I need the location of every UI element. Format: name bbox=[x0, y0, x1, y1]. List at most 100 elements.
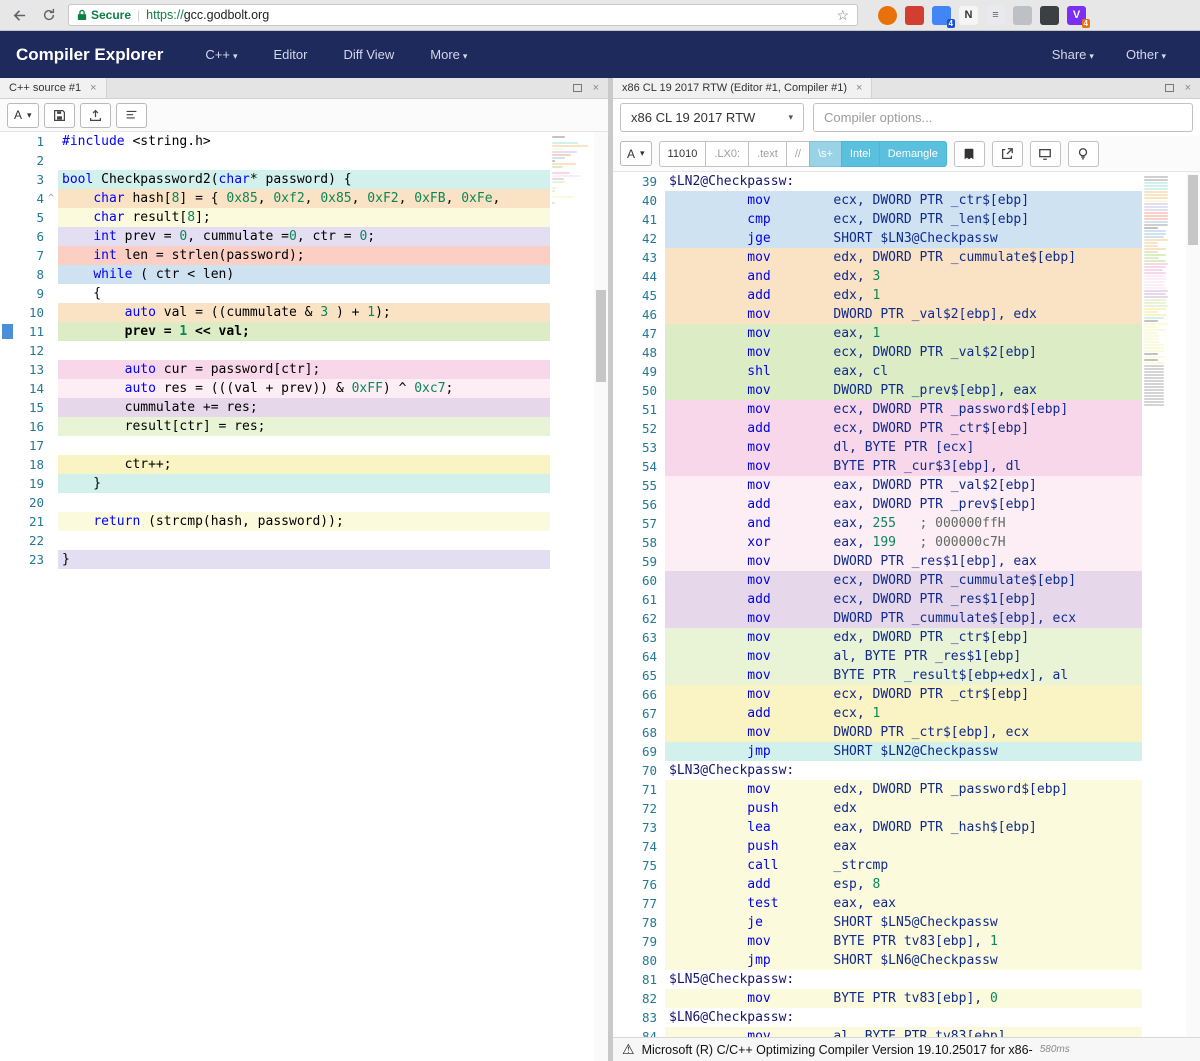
source-tab-close-icon[interactable]: × bbox=[90, 82, 96, 94]
line-number[interactable]: 20 bbox=[0, 493, 58, 512]
line-number[interactable]: 78 bbox=[613, 913, 665, 932]
asm-line[interactable]: add ecx, 1 bbox=[665, 704, 1142, 723]
source-line[interactable] bbox=[58, 341, 550, 360]
line-number[interactable]: 72 bbox=[613, 799, 665, 818]
line-number[interactable]: 46 bbox=[613, 305, 665, 324]
asm-tab-close-icon[interactable]: × bbox=[856, 82, 862, 94]
asm-line[interactable]: mov ecx, DWORD PTR _password$[ebp] bbox=[665, 400, 1142, 419]
source-line[interactable]: result[ctr] = res; bbox=[58, 417, 550, 436]
back-icon[interactable] bbox=[8, 4, 30, 26]
line-number[interactable]: 45 bbox=[613, 286, 665, 305]
asm-tab[interactable]: x86 CL 19 2017 RTW (Editor #1, Compiler … bbox=[613, 78, 872, 98]
asm-line[interactable]: $LN6@Checkpassw: bbox=[665, 1008, 1142, 1027]
asm-editor[interactable]: 3940414243444546474849505152535455565758… bbox=[613, 172, 1200, 1037]
nav-item-editor[interactable]: Editor bbox=[273, 47, 307, 62]
line-number[interactable]: 48 bbox=[613, 343, 665, 362]
bookmark-star-icon[interactable]: ☆ bbox=[836, 7, 849, 24]
line-number[interactable]: 80 bbox=[613, 951, 665, 970]
source-line[interactable]: int prev = 0, cummulate =0, ctr = 0; bbox=[58, 227, 550, 246]
ext-notion-icon[interactable]: N bbox=[959, 6, 978, 25]
line-number[interactable]: 70 bbox=[613, 761, 665, 780]
line-number[interactable]: 64 bbox=[613, 647, 665, 666]
line-number[interactable]: 71 bbox=[613, 780, 665, 799]
line-number[interactable]: 17 bbox=[0, 436, 58, 455]
line-number[interactable]: 1 bbox=[0, 132, 58, 151]
app-title[interactable]: Compiler Explorer bbox=[16, 45, 163, 65]
asm-line[interactable]: mov ecx, DWORD PTR _val$2[ebp] bbox=[665, 343, 1142, 362]
reload-icon[interactable] bbox=[38, 4, 60, 26]
line-number[interactable]: 5 bbox=[0, 208, 58, 227]
asm-line[interactable]: mov DWORD PTR _ctr$[ebp], ecx bbox=[665, 723, 1142, 742]
filter-binary[interactable]: 11010 bbox=[659, 141, 707, 167]
asm-line[interactable]: xor eax, 199 ; 000000c7H bbox=[665, 533, 1142, 552]
source-line[interactable]: auto res = (((val + prev)) & 0xFF) ^ 0xc… bbox=[58, 379, 550, 398]
asm-line[interactable]: add edx, 1 bbox=[665, 286, 1142, 305]
line-number[interactable]: 69 bbox=[613, 742, 665, 761]
line-number[interactable]: 65 bbox=[613, 666, 665, 685]
line-number[interactable]: 42 bbox=[613, 229, 665, 248]
line-number[interactable]: 7 bbox=[0, 246, 58, 265]
filter-unused-labels[interactable]: .LX0: bbox=[705, 141, 749, 167]
line-number[interactable]: 79 bbox=[613, 932, 665, 951]
source-line[interactable]: auto cur = password[ctr]; bbox=[58, 360, 550, 379]
line-number[interactable]: 68 bbox=[613, 723, 665, 742]
line-number[interactable]: 84 bbox=[613, 1027, 665, 1037]
source-scrollbar-thumb[interactable] bbox=[596, 290, 606, 382]
asm-line[interactable]: test eax, eax bbox=[665, 894, 1142, 913]
asm-line[interactable]: jge SHORT $LN3@Checkpassw bbox=[665, 229, 1142, 248]
line-number[interactable]: 61 bbox=[613, 590, 665, 609]
line-number[interactable]: 63 bbox=[613, 628, 665, 647]
source-line[interactable]: char hash[8] = { 0x85, 0xf2, 0x85, 0xF2,… bbox=[58, 189, 550, 208]
asm-line[interactable]: jmp SHORT $LN6@Checkpassw bbox=[665, 951, 1142, 970]
line-number[interactable]: 40 bbox=[613, 191, 665, 210]
asm-line[interactable]: mov BYTE PTR tv83[ebp], 1 bbox=[665, 932, 1142, 951]
nav-item-other[interactable]: Other▾ bbox=[1126, 47, 1166, 62]
pane-close-icon[interactable]: × bbox=[1185, 82, 1191, 94]
line-number[interactable]: 74 bbox=[613, 837, 665, 856]
ext-blue-person-icon[interactable]: 4 bbox=[932, 6, 951, 25]
line-number[interactable]: 81 bbox=[613, 970, 665, 989]
source-line[interactable]: return (strcmp(hash, password)); bbox=[58, 512, 550, 531]
line-number[interactable]: 44 bbox=[613, 267, 665, 286]
asm-line[interactable]: push edx bbox=[665, 799, 1142, 818]
asm-line[interactable]: add ecx, DWORD PTR _ctr$[ebp] bbox=[665, 419, 1142, 438]
asm-line[interactable]: mov ecx, DWORD PTR _ctr$[ebp] bbox=[665, 685, 1142, 704]
ext-purple-v-icon[interactable]: V4 bbox=[1067, 6, 1086, 25]
filter-intel-syntax[interactable]: Intel bbox=[841, 141, 880, 167]
line-number[interactable]: 54 bbox=[613, 457, 665, 476]
output-button[interactable] bbox=[1030, 141, 1061, 167]
line-number[interactable]: 10 bbox=[0, 303, 58, 322]
line-number[interactable]: 58 bbox=[613, 533, 665, 552]
line-number[interactable]: 62 bbox=[613, 609, 665, 628]
line-number[interactable]: 55 bbox=[613, 476, 665, 495]
asm-line[interactable]: mov BYTE PTR _result$[ebp+edx], al bbox=[665, 666, 1142, 685]
asm-line[interactable]: mov BYTE PTR tv83[ebp], 0 bbox=[665, 989, 1142, 1008]
asm-line[interactable]: mov DWORD PTR _val$2[ebp], edx bbox=[665, 305, 1142, 324]
libraries-button[interactable] bbox=[954, 141, 985, 167]
source-line[interactable] bbox=[58, 436, 550, 455]
line-number[interactable]: 14 bbox=[0, 379, 58, 398]
asm-line[interactable]: mov ecx, DWORD PTR _ctr$[ebp] bbox=[665, 191, 1142, 210]
address-bar[interactable]: Secure | https:// gcc.godbolt.org ☆ bbox=[68, 4, 858, 26]
line-number[interactable]: 60 bbox=[613, 571, 665, 590]
line-number[interactable]: 73 bbox=[613, 818, 665, 837]
filter-whitespace[interactable]: \s+ bbox=[809, 141, 842, 167]
asm-line[interactable]: push eax bbox=[665, 837, 1142, 856]
line-number[interactable]: 19 bbox=[0, 474, 58, 493]
asm-line[interactable]: mov BYTE PTR _cur$3[ebp], dl bbox=[665, 457, 1142, 476]
asm-line[interactable]: add ecx, DWORD PTR _res$1[ebp] bbox=[665, 590, 1142, 609]
source-line[interactable] bbox=[58, 493, 550, 512]
format-button[interactable] bbox=[116, 103, 147, 128]
source-line[interactable]: char result[8]; bbox=[58, 208, 550, 227]
line-number[interactable]: 39 bbox=[613, 172, 665, 191]
line-number[interactable]: 18 bbox=[0, 455, 58, 474]
asm-line[interactable]: $LN3@Checkpassw: bbox=[665, 761, 1142, 780]
source-line[interactable]: int len = strlen(password); bbox=[58, 246, 550, 265]
line-number[interactable]: 49 bbox=[613, 362, 665, 381]
line-number[interactable]: 3 bbox=[0, 170, 58, 189]
tips-button[interactable] bbox=[1068, 141, 1099, 167]
line-number[interactable]: 82 bbox=[613, 989, 665, 1008]
line-number[interactable]: 21 bbox=[0, 512, 58, 531]
filter-comments[interactable]: // bbox=[786, 141, 810, 167]
line-number[interactable]: 12 bbox=[0, 341, 58, 360]
